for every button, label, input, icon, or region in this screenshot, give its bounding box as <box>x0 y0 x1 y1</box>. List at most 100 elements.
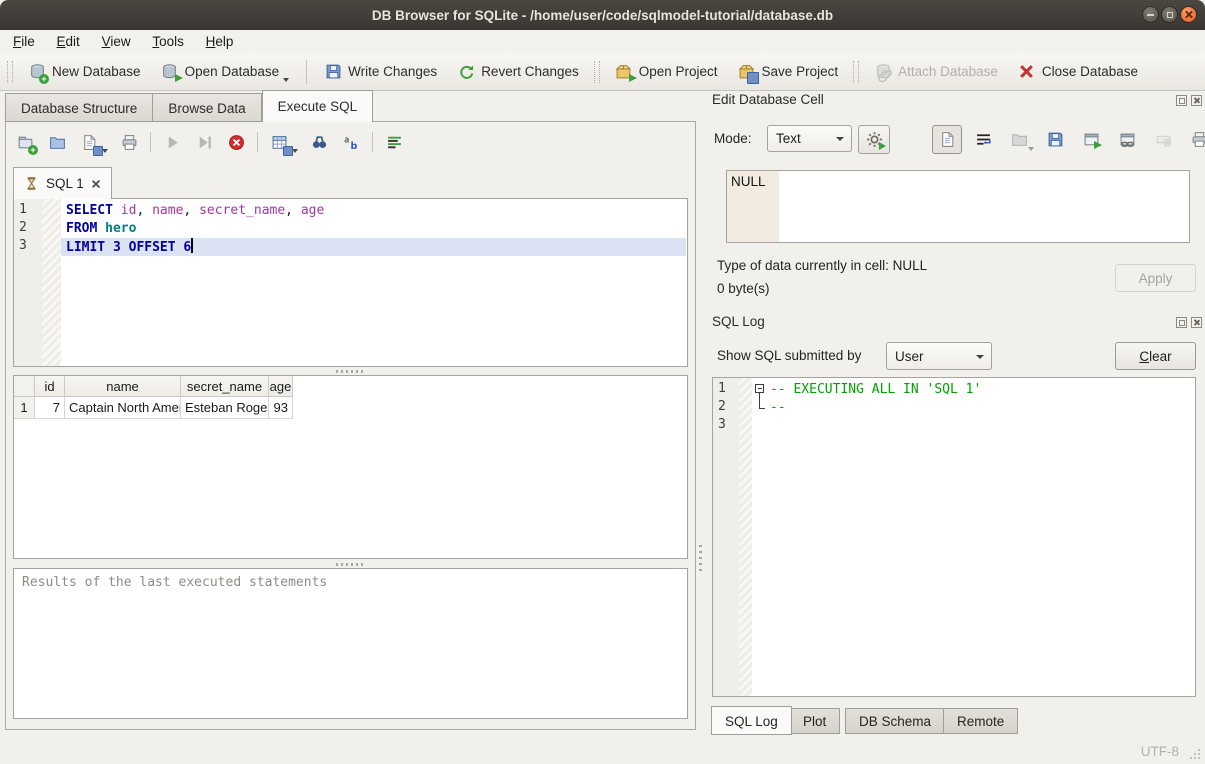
execute-all-button[interactable] <box>161 131 183 153</box>
revert-changes-button[interactable]: Revert Changes <box>447 57 589 87</box>
save-project-icon <box>738 63 756 81</box>
text-mode-button[interactable] <box>932 125 962 154</box>
log-line: -- <box>770 399 786 417</box>
minimize-icon <box>1147 14 1154 16</box>
new-database-icon <box>28 63 46 81</box>
sql-log-view[interactable]: 1 2 3 -- EXECUTING ALL IN 'SQL 1' -- <box>712 377 1196 697</box>
fold-connector <box>759 405 765 409</box>
close-dock-icon[interactable] <box>1191 95 1202 106</box>
table-row[interactable]: 1 7 Captain North America Esteban Rogeli… <box>14 397 687 419</box>
cell-name[interactable]: Captain North America <box>65 397 181 419</box>
attach-database-icon <box>874 63 892 81</box>
results-header-row: id name secret_name age <box>14 376 687 397</box>
menu-file[interactable]: File <box>4 30 44 53</box>
splitter-handle[interactable] <box>336 563 366 566</box>
save-results-button[interactable] <box>268 131 290 153</box>
menu-tools[interactable]: Tools <box>143 30 193 53</box>
float-dock-icon[interactable] <box>1176 317 1187 328</box>
cell-editor-gutter: NULL <box>727 171 779 242</box>
sql-editor-toolbar <box>14 129 405 155</box>
fold-connector <box>759 393 760 405</box>
fold-collapse-icon[interactable] <box>755 384 764 393</box>
encoding-indicator: UTF-8 <box>1141 744 1179 759</box>
fold-margin <box>42 199 61 366</box>
clear-log-button[interactable]: Clear <box>1115 342 1196 370</box>
splitter-handle[interactable] <box>336 370 366 373</box>
find-button[interactable] <box>308 131 330 153</box>
cell-age[interactable]: 93 <box>269 397 293 419</box>
toolbar-drag-handle[interactable] <box>7 61 13 83</box>
main-tab-bar: Database Structure Browse Data Execute S… <box>5 90 373 122</box>
float-dock-icon[interactable] <box>1176 95 1187 106</box>
export-data-button[interactable] <box>1040 125 1070 154</box>
tab-browse-data[interactable]: Browse Data <box>153 93 261 122</box>
titlebar[interactable]: DB Browser for SQLite - /home/user/code/… <box>0 0 1205 30</box>
new-sql-tab-button[interactable] <box>14 131 36 153</box>
menu-help[interactable]: Help <box>197 30 243 53</box>
minimize-button[interactable] <box>1142 6 1159 23</box>
stop-execution-button[interactable] <box>225 131 247 153</box>
window-controls <box>1142 6 1197 23</box>
results-grid[interactable]: id name secret_name age 1 7 Captain Nort… <box>13 375 688 559</box>
dock-tab-plot[interactable]: Plot <box>789 708 840 734</box>
text-cursor <box>191 238 193 253</box>
write-changes-button[interactable]: Write Changes <box>314 57 447 87</box>
window-title: DB Browser for SQLite - /home/user/code/… <box>372 8 833 23</box>
execute-current-line-button[interactable] <box>193 131 215 153</box>
close-tab-icon[interactable] <box>91 179 101 189</box>
toolbar-drag-handle[interactable] <box>594 61 600 83</box>
execute-sql-pane: SQL 1 1 2 3 SELECT id, name, secret_name… <box>5 121 696 730</box>
sql-editor[interactable]: 1 2 3 SELECT id, name, secret_name, age … <box>13 198 688 367</box>
save-sql-file-button[interactable] <box>78 131 100 153</box>
vertical-splitter-handle[interactable] <box>699 545 702 571</box>
close-database-button[interactable]: Close Database <box>1008 57 1148 87</box>
results-message-pane: Results of the last executed statements <box>13 568 688 719</box>
dock-tab-remote[interactable]: Remote <box>943 708 1018 734</box>
log-line: -- EXECUTING ALL IN 'SQL 1' <box>770 381 981 399</box>
column-header-secret-name[interactable]: secret_name <box>181 376 269 397</box>
column-header-name[interactable]: name <box>65 376 181 397</box>
log-line-number: 2 <box>718 399 726 414</box>
copy-link-button[interactable] <box>1112 125 1142 154</box>
sql-tab-label: SQL 1 <box>46 176 84 191</box>
open-database-button[interactable]: Open Database <box>151 57 300 87</box>
open-sql-file-button[interactable] <box>46 131 68 153</box>
save-project-button[interactable]: Save Project <box>728 57 849 87</box>
resize-grip-icon[interactable] <box>1198 757 1200 759</box>
tab-execute-sql[interactable]: Execute SQL <box>262 90 374 122</box>
sql-editor-tab[interactable]: SQL 1 <box>13 167 112 199</box>
log-filter-select[interactable]: User <box>886 342 992 370</box>
close-dock-icon[interactable] <box>1191 317 1202 328</box>
format-sql-button[interactable] <box>383 131 405 153</box>
toolbar-drag-handle[interactable] <box>853 61 859 83</box>
menu-edit[interactable]: Edit <box>48 30 89 53</box>
find-replace-button[interactable] <box>340 131 362 153</box>
corner-cell <box>14 376 35 397</box>
print-cell-button[interactable] <box>1184 125 1205 154</box>
column-header-age[interactable]: age <box>269 376 293 397</box>
dock-tab-db-schema[interactable]: DB Schema <box>845 708 945 734</box>
cell-id[interactable]: 7 <box>35 397 65 419</box>
sql-code-line: LIMIT 3 OFFSET 6 <box>66 238 193 257</box>
cell-secret-name[interactable]: Esteban Rogelios <box>181 397 269 419</box>
mode-select[interactable]: Text <box>767 125 852 152</box>
cell-value-editor[interactable]: NULL <box>726 170 1190 243</box>
dock-tab-sql-log[interactable]: SQL Log <box>711 706 792 735</box>
revert-changes-icon <box>457 63 475 81</box>
column-header-id[interactable]: id <box>35 376 65 397</box>
toolbar-separator <box>150 132 151 152</box>
mode-settings-button[interactable] <box>858 125 890 154</box>
sql-log-dock-title: SQL Log <box>712 314 765 329</box>
open-external-button[interactable] <box>1076 125 1106 154</box>
close-button[interactable] <box>1180 6 1197 23</box>
new-database-button[interactable]: New Database <box>18 57 151 87</box>
open-database-dropdown-icon[interactable] <box>283 78 289 82</box>
close-icon <box>1184 10 1193 19</box>
menu-view[interactable]: View <box>93 30 140 53</box>
maximize-button[interactable] <box>1161 6 1178 23</box>
print-sql-button[interactable] <box>118 131 140 153</box>
import-data-button <box>1004 125 1034 154</box>
open-project-button[interactable]: Open Project <box>605 57 728 87</box>
tab-database-structure[interactable]: Database Structure <box>5 93 153 122</box>
word-wrap-button[interactable] <box>968 125 998 154</box>
